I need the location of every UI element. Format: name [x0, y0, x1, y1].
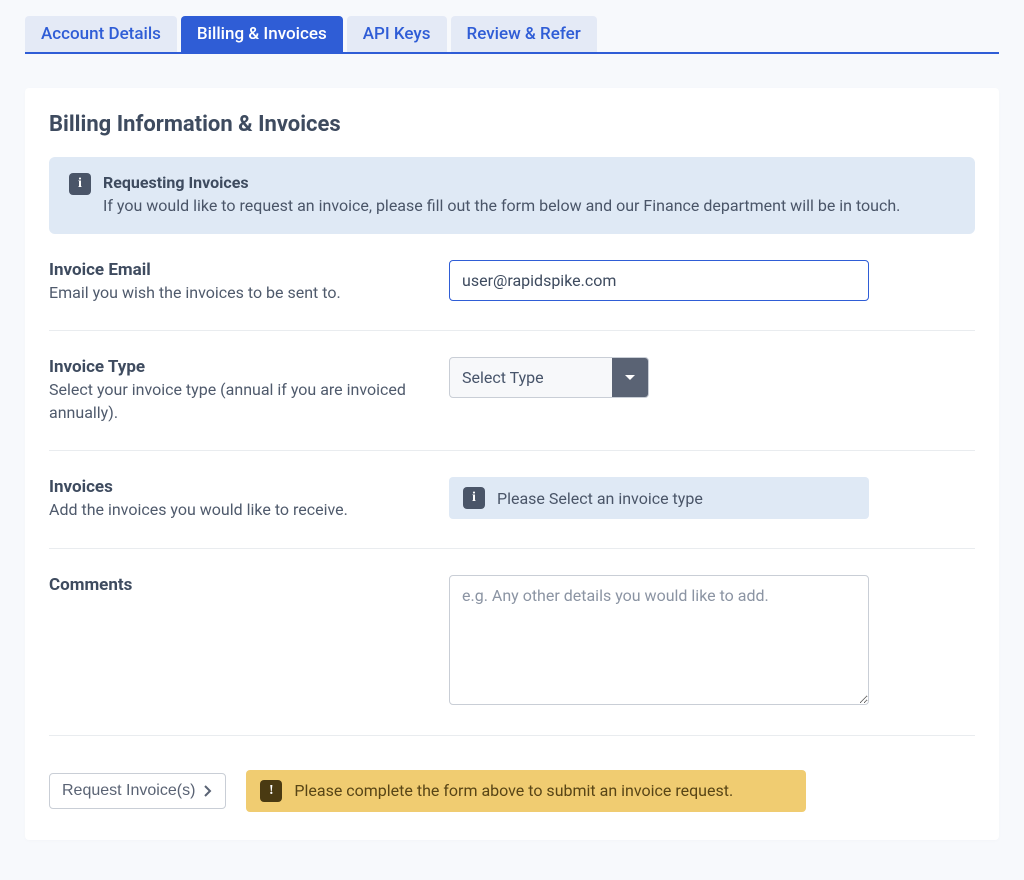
info-icon: i	[69, 173, 91, 195]
tab-bar: Account Details Billing & Invoices API K…	[25, 16, 999, 54]
select-invoice-type-value: Select Type	[450, 358, 612, 397]
chevron-right-icon	[203, 785, 213, 797]
tab-account-details[interactable]: Account Details	[25, 16, 177, 52]
row-comments: Comments	[49, 549, 975, 736]
help-invoice-email: Email you wish the invoices to be sent t…	[49, 282, 429, 304]
select-invoice-type[interactable]: Select Type	[449, 357, 649, 398]
request-invoices-button-label: Request Invoice(s)	[62, 782, 195, 800]
invoices-info-chip: i Please Select an invoice type	[449, 477, 869, 519]
textarea-comments[interactable]	[449, 575, 869, 705]
form-actions: Request Invoice(s) ! Please complete the…	[49, 742, 975, 812]
form-warning: ! Please complete the form above to subm…	[246, 770, 806, 812]
tab-billing-invoices[interactable]: Billing & Invoices	[181, 16, 343, 52]
tab-review-refer[interactable]: Review & Refer	[451, 16, 597, 52]
info-icon: i	[463, 487, 485, 509]
chevron-down-icon[interactable]	[612, 358, 648, 397]
row-invoice-type: Invoice Type Select your invoice type (a…	[49, 331, 975, 451]
page-title: Billing Information & Invoices	[49, 112, 975, 137]
label-invoice-type: Invoice Type	[49, 357, 429, 377]
alert-title: Requesting Invoices	[103, 173, 955, 192]
help-invoices: Add the invoices you would like to recei…	[49, 499, 429, 521]
billing-card: Billing Information & Invoices i Request…	[25, 88, 999, 840]
exclamation-icon: !	[260, 780, 282, 802]
form-warning-text: Please complete the form above to submit…	[294, 781, 733, 800]
invoices-info-text: Please Select an invoice type	[497, 489, 703, 508]
row-invoices: Invoices Add the invoices you would like…	[49, 451, 975, 548]
label-invoices: Invoices	[49, 477, 429, 497]
row-invoice-email: Invoice Email Email you wish the invoice…	[49, 234, 975, 331]
requesting-invoices-alert: i Requesting Invoices If you would like …	[49, 157, 975, 234]
input-invoice-email[interactable]	[449, 260, 869, 301]
request-invoices-button[interactable]: Request Invoice(s)	[49, 773, 226, 809]
help-invoice-type: Select your invoice type (annual if you …	[49, 379, 429, 424]
label-invoice-email: Invoice Email	[49, 260, 429, 280]
tab-api-keys[interactable]: API Keys	[347, 16, 447, 52]
alert-text: If you would like to request an invoice,…	[103, 194, 955, 218]
label-comments: Comments	[49, 575, 429, 595]
